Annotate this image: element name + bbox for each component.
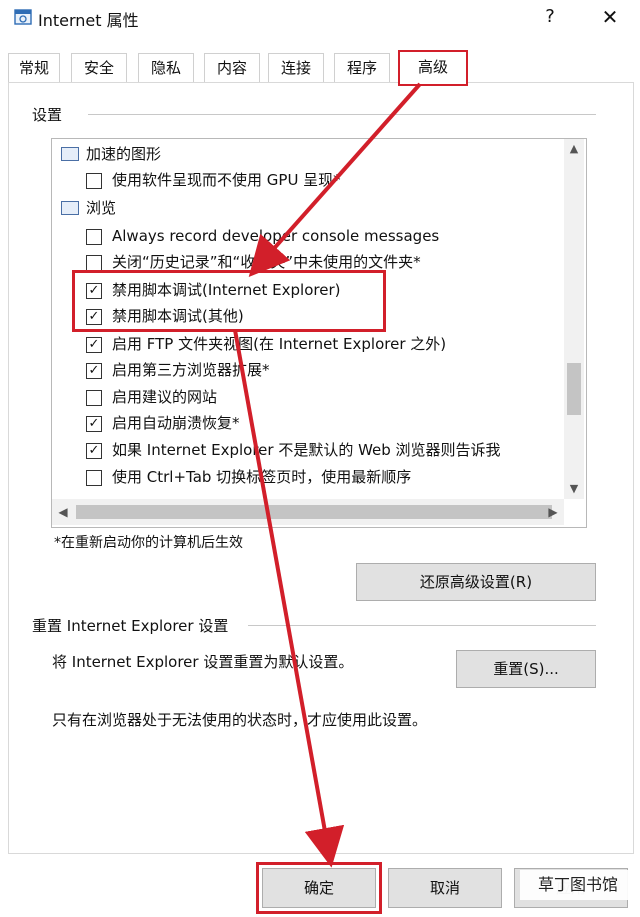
scroll-right-icon[interactable]: ▶: [542, 499, 564, 525]
setting-label: Always record developer console messages: [112, 227, 440, 245]
scroll-down-icon[interactable]: ▼: [564, 479, 584, 499]
tab-programs[interactable]: 程序: [334, 53, 390, 82]
help-button[interactable]: ?: [538, 4, 562, 30]
category-label: 浏览: [86, 199, 117, 217]
checkbox-console-messages[interactable]: [86, 229, 102, 245]
monitor-icon: [61, 147, 79, 161]
reset-description: 将 Internet Explorer 设置重置为默认设置。: [52, 653, 354, 671]
setting-label: 启用建议的网站: [112, 388, 218, 406]
reset-button[interactable]: 重置(S)...: [456, 650, 596, 688]
reset-note: 只有在浏览器处于无法使用的状态时，才应使用此设置。: [52, 711, 428, 729]
horizontal-scroll-thumb[interactable]: [76, 505, 552, 519]
category-label: 加速的图形: [86, 145, 162, 163]
watermark-text: 草丁图书馆: [538, 875, 619, 894]
restore-advanced-settings-button[interactable]: 还原高级设置(R): [356, 563, 596, 601]
tab-security[interactable]: 安全: [71, 53, 127, 82]
tab-content[interactable]: 内容: [204, 53, 260, 82]
setting-label: 启用 FTP 文件夹视图(在 Internet Explorer 之外): [112, 335, 447, 353]
tab-general[interactable]: 常规: [8, 53, 60, 82]
browser-window-icon: [61, 201, 79, 215]
highlight-box-script-debugging: [72, 270, 386, 332]
title-bar: Internet 属性 ? ✕: [0, 0, 640, 36]
checkbox-third-party-extensions[interactable]: ✓: [86, 363, 102, 379]
close-button[interactable]: ✕: [596, 4, 624, 30]
reset-group-heading: 重置 Internet Explorer 设置: [32, 617, 229, 635]
scroll-left-icon[interactable]: ◀: [52, 499, 74, 525]
setting-label: 使用软件呈现而不使用 GPU 呈现*: [112, 171, 341, 189]
settings-group-label: 设置: [32, 106, 63, 124]
horizontal-scrollbar[interactable]: ◀ ▶: [52, 499, 564, 525]
setting-label: 如果 Internet Explorer 不是默认的 Web 浏览器则告诉我: [112, 441, 501, 459]
checkbox-default-browser-check[interactable]: ✓: [86, 443, 102, 459]
vertical-scroll-thumb[interactable]: [567, 363, 581, 415]
checkbox-software-rendering[interactable]: [86, 173, 102, 189]
group-divider: [248, 625, 596, 626]
scroll-up-icon[interactable]: ▲: [564, 139, 584, 159]
checkbox-ctrl-tab-order[interactable]: [86, 470, 102, 486]
watermark: 草丁图书馆: [520, 870, 632, 900]
setting-label: 使用 Ctrl+Tab 切换标签页时，使用最新顺序: [112, 468, 412, 486]
vertical-scrollbar[interactable]: ▲ ▼: [564, 139, 584, 499]
checkbox-crash-recovery[interactable]: ✓: [86, 416, 102, 432]
restart-note: *在重新启动你的计算机后生效: [54, 535, 243, 551]
checkbox-close-unused-folders[interactable]: [86, 255, 102, 271]
window-title: Internet 属性: [38, 11, 139, 30]
tab-strip: 常规 安全 隐私 内容 连接 程序 高级: [8, 50, 632, 86]
tab-privacy[interactable]: 隐私: [138, 53, 194, 82]
tab-advanced[interactable]: 高级: [398, 50, 468, 86]
settings-tree[interactable]: 加速的图形 使用软件呈现而不使用 GPU 呈现* 浏览 Always recor…: [51, 138, 587, 528]
group-divider: [88, 114, 596, 115]
highlight-box-ok: [256, 862, 382, 914]
checkbox-ftp-folder-view[interactable]: ✓: [86, 337, 102, 353]
internet-options-icon: [14, 8, 32, 26]
setting-label: 启用第三方浏览器扩展*: [112, 361, 270, 379]
tab-connections[interactable]: 连接: [268, 53, 324, 82]
checkbox-suggested-sites[interactable]: [86, 390, 102, 406]
setting-label: 启用自动崩溃恢复*: [112, 414, 240, 432]
cancel-button[interactable]: 取消: [388, 868, 502, 908]
